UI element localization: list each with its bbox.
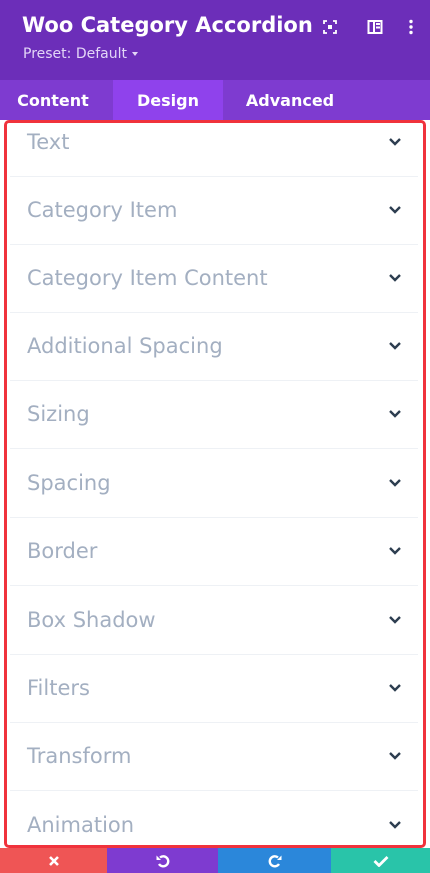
discard-button[interactable]	[0, 848, 107, 873]
section-spacing[interactable]: Spacing	[10, 449, 418, 518]
chevron-down-icon	[389, 821, 401, 829]
redo-icon	[268, 854, 281, 868]
save-button[interactable]	[331, 848, 430, 873]
section-additional-spacing[interactable]: Additional Spacing	[10, 312, 418, 381]
section-label: Spacing	[27, 471, 111, 495]
chevron-down-icon	[389, 752, 401, 760]
tab-advanced[interactable]: Advanced	[223, 80, 357, 120]
section-label: Box Shadow	[27, 608, 156, 632]
settings-header: Woo Category Accordion Se... Preset: Def…	[0, 0, 430, 80]
section-category-item-content[interactable]: Category Item Content	[10, 244, 418, 313]
section-label: Transform	[27, 744, 132, 768]
design-settings-panel: Text Category Item Category Item Content…	[0, 120, 430, 848]
section-border[interactable]: Border	[10, 517, 418, 586]
sidebar-toggle-icon[interactable]	[367, 19, 383, 35]
chevron-down-icon	[389, 138, 401, 146]
section-label: Sizing	[27, 402, 90, 426]
section-label: Text	[27, 130, 70, 154]
chevron-down-icon	[389, 616, 401, 624]
section-sizing[interactable]: Sizing	[10, 380, 418, 449]
section-label: Animation	[27, 813, 135, 837]
redo-button[interactable]	[218, 848, 331, 873]
chevron-down-icon	[389, 274, 401, 282]
section-box-shadow[interactable]: Box Shadow	[10, 586, 418, 655]
chevron-down-icon	[389, 547, 401, 555]
section-label: Category Item	[27, 198, 178, 222]
section-text[interactable]: Text	[10, 120, 418, 177]
undo-icon	[156, 854, 169, 868]
expand-icon[interactable]	[322, 19, 338, 35]
section-label: Border	[27, 539, 98, 563]
section-category-item[interactable]: Category Item	[10, 176, 418, 245]
action-bar	[0, 848, 430, 873]
chevron-down-icon	[389, 410, 401, 418]
close-icon	[48, 855, 59, 866]
undo-button[interactable]	[107, 848, 218, 873]
section-transform[interactable]: Transform	[10, 722, 418, 791]
section-label: Filters	[27, 676, 90, 700]
tab-content[interactable]: Content	[0, 80, 106, 120]
caret-down-icon	[131, 52, 138, 56]
section-filters[interactable]: Filters	[10, 654, 418, 723]
settings-tabs: Content Design Advanced	[0, 80, 430, 120]
section-label: Additional Spacing	[27, 334, 223, 358]
preset-selector[interactable]: Preset: Default	[23, 46, 138, 62]
tab-design[interactable]: Design	[113, 80, 223, 120]
section-label: Category Item Content	[27, 266, 268, 290]
check-icon	[373, 855, 388, 867]
more-options-icon[interactable]	[403, 19, 419, 35]
chevron-down-icon	[389, 684, 401, 692]
chevron-down-icon	[389, 342, 401, 350]
section-animation[interactable]: Animation	[10, 791, 418, 848]
chevron-down-icon	[389, 479, 401, 487]
chevron-down-icon	[389, 206, 401, 214]
preset-label: Preset: Default	[23, 46, 127, 62]
module-title: Woo Category Accordion Se...	[22, 13, 312, 37]
